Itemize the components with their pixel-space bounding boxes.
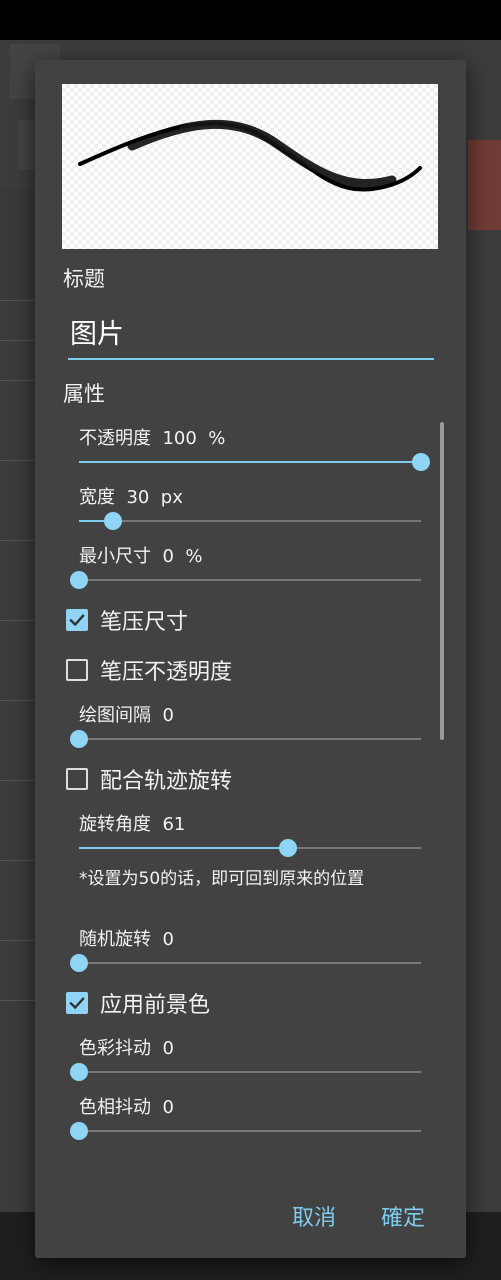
background-divider: [0, 340, 40, 341]
width-label: 宽度 30 px: [79, 487, 183, 508]
follow-path-rotation-checkbox-row[interactable]: 配合轨迹旋转: [66, 765, 233, 794]
status-bar: [0, 0, 501, 40]
spacing-label: 绘图间隔 0: [79, 705, 174, 726]
confirm-button[interactable]: 確定: [381, 1200, 425, 1232]
opacity-slider[interactable]: [79, 452, 430, 472]
brush-preview: [62, 84, 438, 249]
slider-thumb[interactable]: [412, 453, 430, 471]
opacity-label: 不透明度 100 %: [79, 428, 226, 449]
slider-track: [79, 520, 421, 522]
slider-thumb[interactable]: [70, 730, 88, 748]
check-icon: [69, 997, 85, 1010]
apply-foreground-color-checkbox[interactable]: [66, 992, 88, 1014]
slider-track: [79, 962, 421, 964]
background-panel: [0, 188, 40, 298]
slider-fill: [79, 461, 421, 463]
pressure-opacity-label: 笔压不透明度: [100, 660, 233, 685]
min-size-label: 最小尺寸 0 %: [79, 546, 203, 567]
scrollbar[interactable]: [440, 422, 444, 740]
background-divider: [0, 780, 40, 781]
background-divider: [0, 540, 40, 541]
cancel-button[interactable]: 取消: [292, 1200, 336, 1232]
properties-section-label: 属性: [63, 382, 105, 406]
pressure-size-checkbox[interactable]: [66, 609, 88, 631]
slider-track: [79, 738, 421, 740]
pressure-opacity-checkbox[interactable]: [66, 659, 88, 681]
background-divider: [0, 1000, 40, 1001]
rotation-angle-slider[interactable]: [79, 838, 421, 858]
background-divider: [0, 300, 40, 301]
pressure-size-checkbox-row[interactable]: 笔压尺寸: [66, 606, 189, 635]
hue-jitter-slider[interactable]: [70, 1121, 421, 1141]
slider-track: [79, 1071, 421, 1073]
color-jitter-label: 色彩抖动 0: [79, 1038, 174, 1059]
background-divider: [0, 940, 40, 941]
check-icon: [69, 614, 85, 627]
slider-track: [79, 1130, 421, 1132]
hue-jitter-label: 色相抖动 0: [79, 1097, 174, 1118]
background-divider: [0, 460, 40, 461]
apply-foreground-color-checkbox-row[interactable]: 应用前景色: [66, 989, 211, 1018]
spacing-slider[interactable]: [70, 729, 421, 749]
rotation-angle-label: 旋转角度 61: [79, 814, 186, 835]
background-divider: [0, 620, 40, 621]
slider-thumb[interactable]: [70, 1063, 88, 1081]
title-input[interactable]: [68, 308, 434, 360]
background-panel: [468, 140, 501, 230]
background-divider: [0, 380, 40, 381]
pressure-opacity-checkbox-row[interactable]: 笔压不透明度: [66, 656, 233, 685]
brush-stroke-preview: [78, 119, 422, 192]
random-rotation-slider[interactable]: [70, 953, 421, 973]
min-size-slider[interactable]: [70, 570, 421, 590]
slider-thumb[interactable]: [70, 1122, 88, 1140]
random-rotation-label: 随机旋转 0: [79, 929, 174, 950]
brush-settings-dialog: 标题 属性 不透明度 100 % 宽度 30 px 最小尺寸 0 % 笔压尺寸 …: [35, 60, 466, 1258]
slider-track: [79, 579, 421, 581]
background-divider: [0, 700, 40, 701]
width-slider[interactable]: [79, 511, 421, 531]
slider-fill: [79, 847, 288, 849]
background-divider: [0, 860, 40, 861]
follow-path-rotation-label: 配合轨迹旋转: [100, 769, 233, 794]
rotation-note: *设置为50的话，即可回到原来的位置: [79, 869, 365, 889]
follow-path-rotation-checkbox[interactable]: [66, 768, 88, 790]
slider-thumb[interactable]: [70, 954, 88, 972]
title-section-label: 标题: [63, 267, 105, 291]
pressure-size-label: 笔压尺寸: [100, 610, 189, 635]
slider-thumb[interactable]: [104, 512, 123, 530]
slider-thumb[interactable]: [278, 839, 297, 857]
slider-thumb[interactable]: [70, 571, 88, 589]
color-jitter-slider[interactable]: [70, 1062, 421, 1082]
apply-foreground-color-label: 应用前景色: [100, 993, 211, 1018]
